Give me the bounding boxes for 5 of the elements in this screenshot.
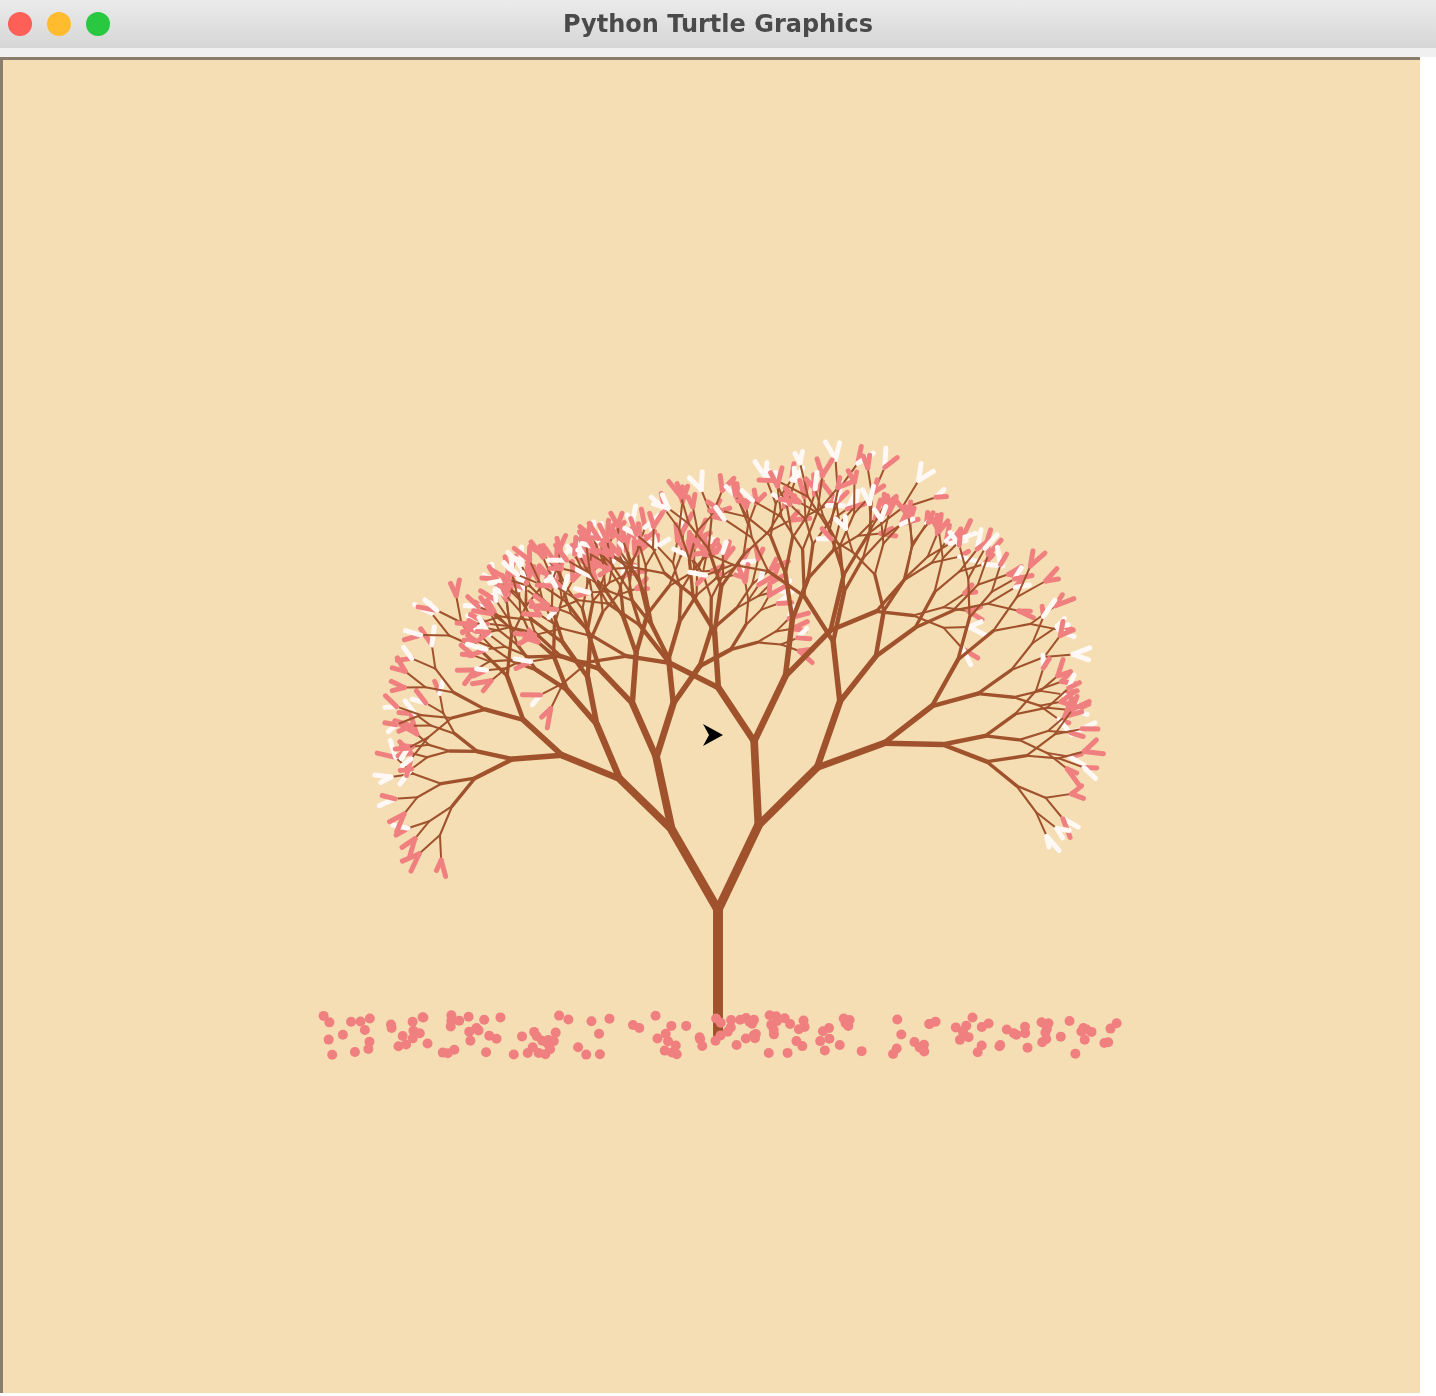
turtle-cursor-icon <box>703 724 723 746</box>
close-button[interactable] <box>8 12 32 36</box>
maximize-button[interactable] <box>86 12 110 36</box>
minimize-button[interactable] <box>47 12 71 36</box>
window-title: Python Turtle Graphics <box>563 10 873 38</box>
